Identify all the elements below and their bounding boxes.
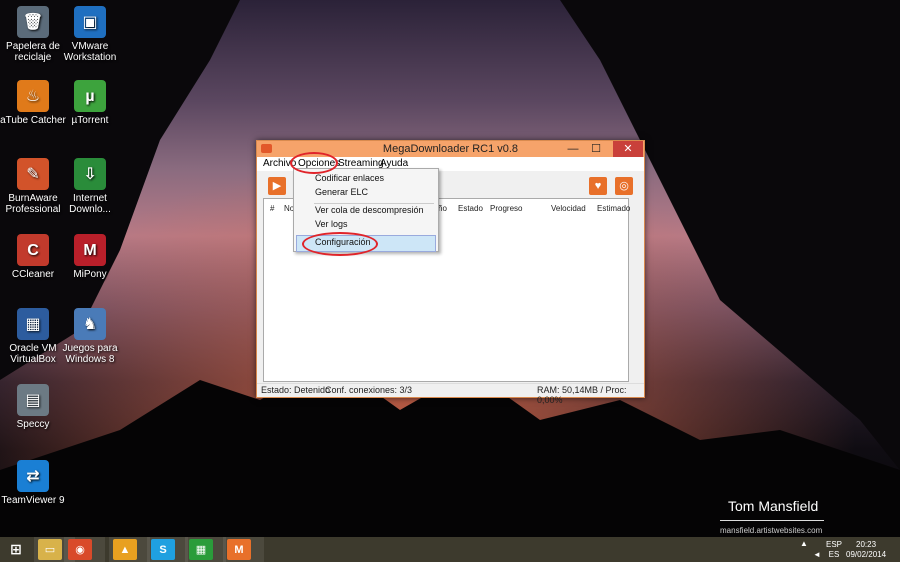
- desktop-app-icon: 🗑: [17, 6, 49, 38]
- taskbar-store-icon[interactable]: ▦: [189, 539, 213, 560]
- desktop-app-icon: ♨: [17, 80, 49, 112]
- tray-language[interactable]: ESP ES: [826, 540, 842, 560]
- annotation-circle-opciones: [290, 152, 338, 174]
- desktop-icon-label: Speccy: [16, 419, 50, 430]
- tray-lang-bottom: ES: [828, 550, 840, 559]
- watermark-name: Tom Mansfield: [728, 498, 819, 514]
- desktop-icon-5[interactable]: ⇩ Internet Downlo...: [57, 158, 123, 215]
- menu-item-generar-elc[interactable]: Generar ELC: [315, 187, 368, 197]
- taskbar-megadownloader-icon[interactable]: M: [227, 539, 251, 560]
- annotation-circle-configuracion: [302, 232, 378, 256]
- status-ram: RAM: 50,14MB / Proc: 0,00%: [537, 385, 627, 405]
- close-button[interactable]: ✕: [613, 141, 643, 157]
- status-connections: Conf. conexiones: 3/3: [325, 385, 413, 395]
- desktop-icon-label: Internet Downlo...: [69, 193, 111, 215]
- tray-date: 09/02/2014: [846, 550, 887, 559]
- taskbar-chrome-icon[interactable]: ◉: [68, 539, 92, 560]
- menu-item-logs[interactable]: Ver logs: [315, 219, 348, 229]
- col-number[interactable]: #: [270, 204, 274, 213]
- taskbar: ⊞ ▭ ◉ ▲ S ▦ M ▲ ◄ ESP ES 20:23 09/02/2014: [0, 537, 900, 562]
- maximize-button[interactable]: ☐: [585, 141, 607, 157]
- desktop-app-icon: ✎: [17, 158, 49, 190]
- tray-time: 20:23: [856, 540, 877, 549]
- tray-clock[interactable]: 20:23 09/02/2014: [846, 540, 886, 560]
- status-bar: Estado: Detenido Conf. conexiones: 3/3 R…: [257, 383, 644, 405]
- windows-start-icon[interactable]: ⊞: [4, 539, 28, 560]
- desktop-icon-11[interactable]: ⇄ TeamViewer 9: [0, 460, 66, 506]
- desktop-app-icon: ▤: [17, 384, 49, 416]
- desktop-app-icon: ⇄: [17, 460, 49, 492]
- desktop-icon-9[interactable]: ♞ Juegos para Windows 8: [57, 308, 123, 365]
- col-estimado[interactable]: Estimado: [597, 204, 630, 213]
- desktop-app-icon: ▣: [74, 6, 106, 38]
- desktop-app-icon: M: [74, 234, 106, 266]
- desktop-app-icon: ⇩: [74, 158, 106, 190]
- desktop-icon-label: TeamViewer 9: [1, 495, 65, 506]
- target-icon[interactable]: ◎: [615, 177, 633, 195]
- col-size[interactable]: ño: [438, 204, 447, 213]
- desktop-icon-3[interactable]: µ µTorrent: [57, 80, 123, 126]
- menu-item-cola[interactable]: Ver cola de descompresión: [315, 205, 424, 215]
- desktop-app-icon: ▦: [17, 308, 49, 340]
- taskbar-ubuntu-like-icon[interactable]: ▲: [113, 539, 137, 560]
- desktop-icon-label: VMware Workstation: [63, 41, 117, 63]
- tray-show-hidden-icon[interactable]: ▲: [800, 539, 808, 548]
- tray-lang-top: ESP: [826, 540, 843, 549]
- watermark-url: mansfield.artistwebsites.com: [720, 526, 823, 535]
- watermark-divider: [720, 520, 824, 521]
- tray-volume-icon[interactable]: ◄: [813, 550, 821, 559]
- heart-icon[interactable]: ♥: [589, 177, 607, 195]
- menu-item-codificar[interactable]: Codificar enlaces: [315, 173, 384, 183]
- col-estado[interactable]: Estado: [458, 204, 483, 213]
- play-icon[interactable]: ▶: [268, 177, 286, 195]
- desktop-icon-10[interactable]: ▤ Speccy: [0, 384, 66, 430]
- desktop-icon-label: MiPony: [73, 269, 107, 280]
- menu-separator: [314, 203, 434, 204]
- desktop-app-icon: C: [17, 234, 49, 266]
- col-velocidad[interactable]: Velocidad: [551, 204, 586, 213]
- desktop-icon-1[interactable]: ▣ VMware Workstation: [57, 6, 123, 63]
- taskbar-file-explorer-icon[interactable]: ▭: [38, 539, 62, 560]
- taskbar-skype-icon[interactable]: S: [151, 539, 175, 560]
- desktop-app-icon: µ: [74, 80, 106, 112]
- desktop-icon-label: Juegos para Windows 8: [62, 343, 118, 365]
- status-state: Estado: Detenido: [261, 385, 331, 395]
- desktop-icon-7[interactable]: M MiPony: [57, 234, 123, 280]
- desktop-icon-label: µTorrent: [71, 115, 109, 126]
- col-progreso[interactable]: Progreso: [490, 204, 522, 213]
- desktop-app-icon: ♞: [74, 308, 106, 340]
- minimize-button[interactable]: —: [562, 141, 584, 157]
